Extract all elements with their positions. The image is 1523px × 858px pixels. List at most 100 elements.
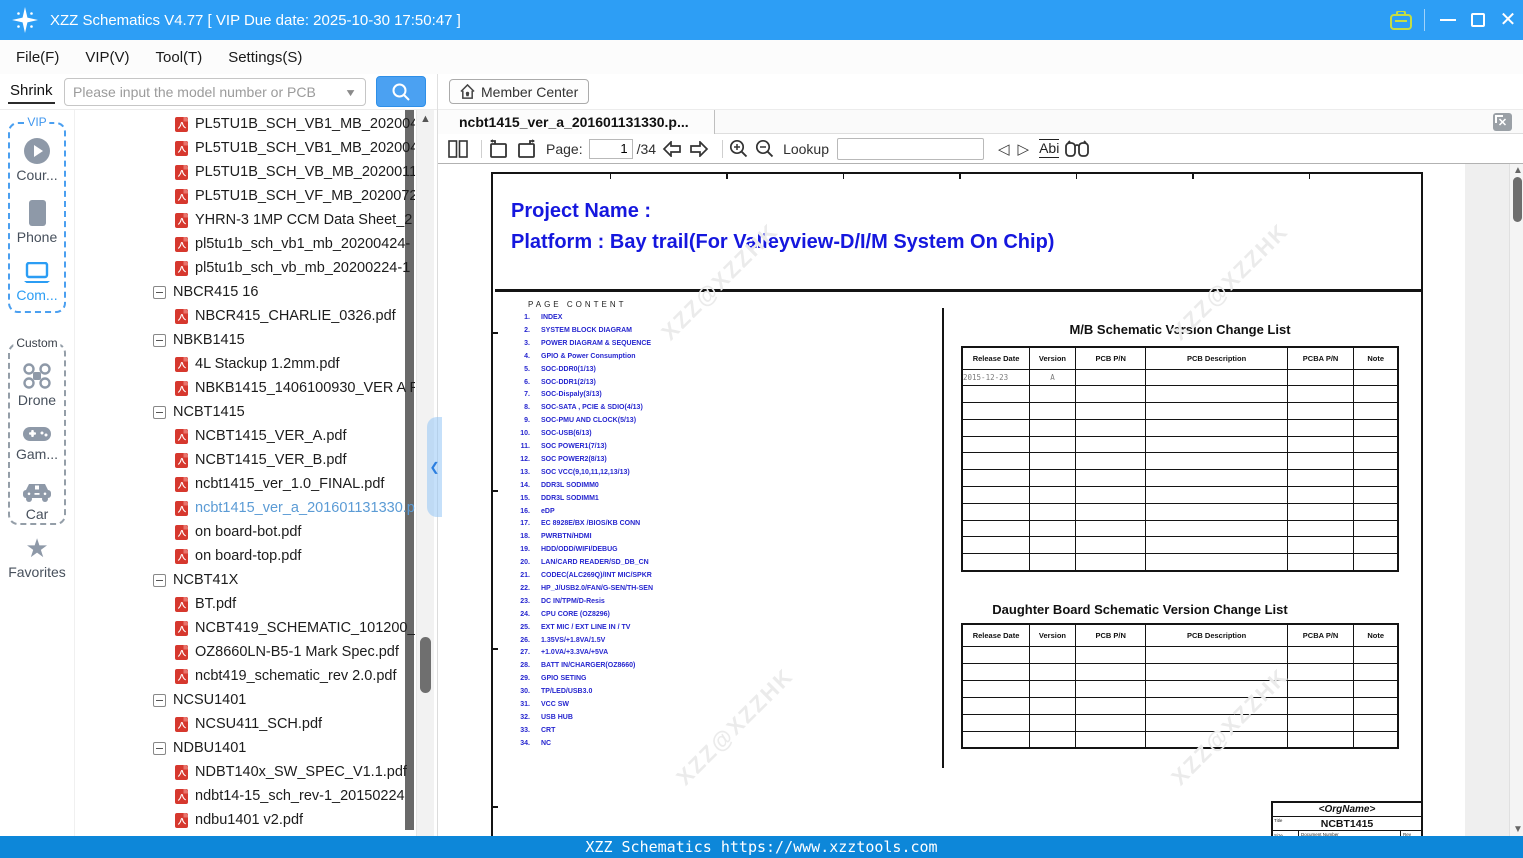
shrink-button[interactable]: Shrink [8, 80, 55, 104]
chevron-down-icon[interactable]: ▼ [344, 86, 357, 98]
tree-file-row[interactable]: on board-bot.pdf [75, 520, 415, 544]
content-index-row: 20. LAN/CARD READER/SD_DB_CN [520, 559, 649, 567]
scroll-up-icon[interactable]: ▲ [1513, 165, 1523, 176]
find-previous-icon[interactable]: ◁ [998, 140, 1010, 158]
pdf-file-icon [175, 212, 188, 228]
vip-group: VIP Cour... Phone Com... [8, 115, 66, 313]
pdf-viewer[interactable]: Project Name : Platform : Bay trail(For … [438, 164, 1523, 836]
tree-folder-row[interactable]: NCBT1415 [75, 400, 415, 424]
viewer-scrollbar-thumb[interactable] [1513, 177, 1522, 222]
pdf-file-icon [175, 764, 188, 780]
rotate-left-icon[interactable] [488, 138, 509, 159]
briefcase-icon[interactable] [1386, 5, 1416, 35]
sidebar-item-computer[interactable]: Com... [10, 262, 64, 303]
next-page-icon[interactable] [689, 140, 709, 157]
tree-scrollbar-thumb[interactable] [420, 637, 431, 693]
menu-item[interactable]: File(F) [16, 49, 59, 66]
tree-item-label: PL5TU1B_SCH_VF_MB_20200723 [195, 188, 415, 204]
collapse-icon[interactable] [153, 693, 166, 707]
scroll-down-icon[interactable]: ▼ [1513, 824, 1523, 835]
member-center-button[interactable]: Member Center [449, 79, 590, 104]
tree-file-row[interactable]: ncbt419_schematic_rev 2.0.pdf [75, 664, 415, 688]
tree-file-row[interactable]: ncbt1415_ver_1.0_FINAL.pdf [75, 472, 415, 496]
content-index-row: 28. BATT IN/CHARGER(OZ8660) [520, 662, 636, 670]
pdf-file-icon [175, 260, 188, 276]
content-index-row: 30. TP/LED/USB3.0 [520, 688, 593, 696]
tree-file-row[interactable]: NCSU411_SCH.pdf [75, 712, 415, 736]
previous-page-icon[interactable] [662, 140, 682, 157]
content-index-row: 27. +1.0VA/+3.3VA/+5VA [520, 649, 609, 657]
search-placeholder: Please input the model number or PCB [73, 84, 316, 100]
model-search-input[interactable]: Please input the model number or PCB ▼ [64, 78, 366, 106]
tree-folder-row[interactable]: NDBU1401 [75, 736, 415, 760]
close-button[interactable]: ✕ [1493, 5, 1523, 35]
tree-file-row[interactable]: BT.pdf [75, 592, 415, 616]
collapse-icon[interactable] [153, 741, 166, 755]
pdf-file-icon [175, 452, 188, 468]
tree-file-row[interactable]: YHRN-3 1MP CCM Data Sheet_2 [75, 208, 415, 232]
match-case-toggle[interactable]: Abi [1039, 139, 1060, 158]
tree-folder-row[interactable]: NBCR415 16 [75, 280, 415, 304]
panel-collapse-handle[interactable]: ❮ [427, 417, 442, 517]
status-bar: XZZ Schematics https://www.xzztools.com [0, 836, 1523, 858]
tree-item-label: ncbt1415_ver_a_201601131330.p [195, 500, 415, 516]
binoculars-icon[interactable] [1065, 140, 1090, 157]
tree-file-row[interactable]: 4L Stackup 1.2mm.pdf [75, 352, 415, 376]
maximize-button[interactable] [1463, 5, 1493, 35]
tree-file-row[interactable]: NCBT419_SCHEMATIC_101200_F [75, 616, 415, 640]
content-index-row: 9. SOC-PMU AND CLOCK(5/13) [524, 417, 637, 425]
mb-version-table: Release Date Version PCB P/N PCB Descriptio… [961, 346, 1399, 572]
tree-file-row[interactable]: PL5TU1B_SCH_VB1_MB_2020041 [75, 112, 415, 136]
magnifier-icon [392, 83, 410, 101]
tree-file-row[interactable]: NCBT1415_VER_A.pdf [75, 424, 415, 448]
pdf-file-icon [175, 716, 188, 732]
page-number-input[interactable] [588, 138, 633, 159]
menu-item[interactable]: VIP(V) [85, 49, 129, 66]
tree-folder-row[interactable]: NBKB1415 [75, 328, 415, 352]
sidebar-item-drone[interactable]: Drone [10, 363, 64, 408]
tree-file-row[interactable]: NDBT140x_SW_SPEC_V1.1.pdf [75, 760, 415, 784]
pdf-file-icon [175, 524, 188, 540]
sidebar-item-car[interactable]: Car [10, 481, 64, 522]
tree-item-label: pl5tu1b_sch_vb1_mb_20200424- [195, 236, 411, 252]
tree-file-row[interactable]: ncbt1415_ver_a_201601131330.p [75, 496, 415, 520]
tree-file-row[interactable]: PL5TU1B_SCH_VF_MB_20200723 [75, 184, 415, 208]
tree-file-row[interactable]: PL5TU1B_SCH_VB1_MB_2020041 [75, 136, 415, 160]
collapse-icon[interactable] [153, 333, 166, 347]
tree-folder-row[interactable]: NCBT41X [75, 568, 415, 592]
tree-file-row[interactable]: OZ8660LN-B5-1 Mark Spec.pdf [75, 640, 415, 664]
tree-file-row[interactable]: on board-top.pdf [75, 544, 415, 568]
viewer-scrollbar[interactable]: ▲ ▼ [1509, 164, 1523, 836]
zoom-out-icon[interactable] [755, 139, 774, 158]
zoom-in-icon[interactable] [729, 139, 748, 158]
collapse-icon[interactable] [153, 573, 166, 587]
tree-file-row[interactable]: pl5tu1b_sch_vb_mb_20200224-1 [75, 256, 415, 280]
tree-folder-row[interactable]: NCSU1401 [75, 688, 415, 712]
menu-item[interactable]: Settings(S) [228, 49, 302, 66]
tree-file-row[interactable]: PL5TU1B_SCH_VB_MB_20200116 [75, 160, 415, 184]
find-next-icon[interactable]: ▷ [1018, 140, 1030, 158]
sidebar-item-phone[interactable]: Phone [10, 200, 64, 245]
collapse-icon[interactable] [153, 285, 166, 299]
tree-file-row[interactable]: NCBT1415_VER_B.pdf [75, 448, 415, 472]
tree-file-row[interactable]: ndbu1401 v2.pdf [75, 808, 415, 832]
document-tab[interactable]: ncbt1415_ver_a_201601131330.p... [438, 110, 715, 134]
scroll-up-icon[interactable]: ▲ [420, 113, 431, 125]
tree-file-row[interactable]: NBKB1415_1406100930_VER A F [75, 376, 415, 400]
collapse-icon[interactable] [153, 405, 166, 419]
rotate-right-icon[interactable] [516, 138, 537, 159]
tree-file-row[interactable]: pl5tu1b_sch_vb1_mb_20200424- [75, 232, 415, 256]
close-all-tabs-icon[interactable]: ✕ [1493, 113, 1512, 131]
lookup-input[interactable] [837, 137, 984, 160]
sidebar-item-game[interactable]: Gam... [10, 425, 64, 462]
category-sidebar: VIP Cour... Phone Com... Custom Drone Ga… [0, 110, 75, 836]
pdf-file-icon [175, 356, 188, 372]
sidebar-item-favorites[interactable]: ★ Favorites [0, 535, 74, 580]
two-page-view-icon[interactable] [448, 139, 468, 158]
sidebar-item-courses[interactable]: Cour... [10, 138, 64, 183]
minimize-button[interactable] [1433, 5, 1463, 35]
menu-item[interactable]: Tool(T) [156, 49, 203, 66]
search-button[interactable] [376, 76, 426, 107]
tree-file-row[interactable]: NBCR415_CHARLIE_0326.pdf [75, 304, 415, 328]
tree-file-row[interactable]: ndbt14-15_sch_rev-1_20150224 [75, 784, 415, 808]
